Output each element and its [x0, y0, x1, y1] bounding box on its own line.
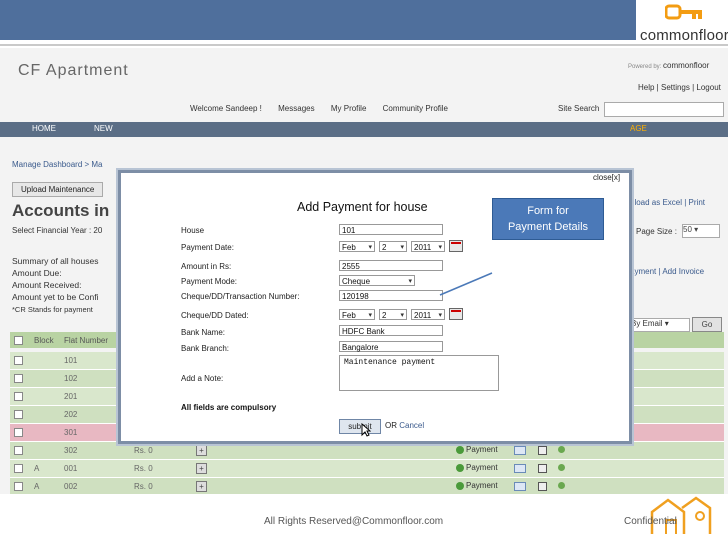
callout-pointer — [439, 272, 493, 296]
callout-line-2: Payment Details — [507, 221, 589, 233]
key-logo-icon — [665, 4, 702, 20]
copyright-text: All Rights Reserved@Commonfloor.com — [264, 516, 444, 527]
callout-line-1: Form for — [527, 205, 569, 217]
slide-header: commonfloor — [0, 0, 728, 46]
divider — [0, 44, 728, 46]
app-screenshot: CF Apartment Powered by: commonfloor Hel… — [0, 48, 728, 494]
confidential-label: Confidential — [624, 516, 677, 527]
header-band — [0, 0, 636, 40]
slide-footer: All Rights Reserved@Commonfloor.com Conf… — [0, 494, 728, 546]
logo-text: commonfloor — [640, 27, 728, 44]
callout-box: Form for Payment Details — [492, 198, 604, 240]
